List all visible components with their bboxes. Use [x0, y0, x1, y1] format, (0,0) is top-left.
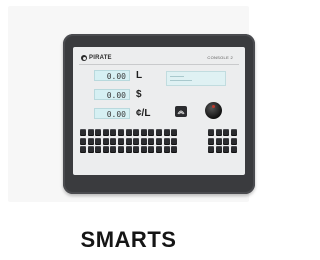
product-card[interactable]: PIRATE CONSOLE 2 0.00 L 0.00 $ 0.00 ¢/L: [8, 6, 255, 202]
keypad-key: [95, 137, 102, 145]
keypad-key: [133, 146, 140, 154]
product-title[interactable]: SMARTS: [0, 227, 257, 253]
keypad-key: [208, 146, 214, 154]
keypad-key: [171, 146, 178, 154]
console-device-image: PIRATE CONSOLE 2 0.00 L 0.00 $ 0.00 ¢/L: [63, 34, 255, 194]
keypad-key: [208, 137, 214, 145]
keypad-key: [163, 137, 170, 145]
keypad-key: [110, 129, 117, 136]
keypad-main: [80, 129, 178, 154]
keypad-key: [230, 137, 237, 145]
keypad-key: [155, 137, 162, 145]
keypad-key: [87, 137, 94, 145]
keypad-numeric: [208, 129, 237, 154]
panel-divider: [79, 64, 239, 65]
keypad-key: [110, 146, 117, 154]
keypad-key: [148, 146, 155, 154]
keypad-key: [125, 129, 132, 136]
keypad-key: [117, 146, 124, 154]
keypad-key: [230, 129, 237, 136]
keypad-key: [140, 146, 147, 154]
keypad: [80, 129, 238, 167]
keypad-key: [80, 137, 86, 145]
price-unit: ¢/L: [136, 108, 151, 119]
keypad-key: [102, 129, 109, 136]
keypad-key: [125, 146, 132, 154]
price-readout: 0.00: [94, 108, 130, 119]
keypad-key: [223, 137, 230, 145]
message-display: [166, 71, 226, 86]
dollars-readout: 0.00: [94, 89, 130, 100]
keypad-key: [171, 137, 178, 145]
keypad-key: [102, 137, 109, 145]
keypad-key: [215, 146, 222, 154]
brand-logo-icon: [81, 55, 87, 61]
keypad-key: [163, 129, 170, 136]
keypad-key: [140, 129, 147, 136]
keypad-key: [80, 129, 86, 136]
keypad-key: [223, 146, 230, 154]
keypad-key: [133, 129, 140, 136]
keypad-key: [215, 129, 222, 136]
keypad-key: [87, 129, 94, 136]
keypad-key: [80, 146, 86, 154]
keypad-key: [140, 137, 147, 145]
keypad-key: [223, 129, 230, 136]
keypad-key: [117, 129, 124, 136]
message-line: [170, 80, 192, 81]
keypad-key: [95, 146, 102, 154]
litres-unit: L: [136, 70, 143, 81]
keypad-key: [215, 137, 222, 145]
console-label: CONSOLE 2: [207, 55, 233, 60]
keypad-key: [95, 129, 102, 136]
brand-name: PIRATE: [89, 55, 112, 61]
brand-logo: PIRATE: [81, 54, 112, 62]
keypad-key: [155, 146, 162, 154]
keypad-key: [110, 137, 117, 145]
keypad-key: [148, 137, 155, 145]
keypad-key: [117, 137, 124, 145]
keypad-key: [102, 146, 109, 154]
keypad-key: [148, 129, 155, 136]
keypad-key: [208, 129, 214, 136]
console-panel: PIRATE CONSOLE 2 0.00 L 0.00 $ 0.00 ¢/L: [73, 47, 245, 175]
fuel-grade-icon: [175, 106, 187, 117]
message-line: [170, 76, 184, 77]
dollars-unit: $: [136, 89, 142, 100]
keypad-key: [87, 146, 94, 154]
litres-readout: 0.00: [94, 70, 130, 81]
keypad-key: [171, 129, 178, 136]
keypad-key: [125, 137, 132, 145]
keypad-key: [155, 129, 162, 136]
knob-indicator: [212, 105, 215, 108]
keypad-key: [230, 146, 237, 154]
keypad-key: [133, 137, 140, 145]
selector-knob-icon: [205, 102, 222, 119]
keypad-key: [163, 146, 170, 154]
